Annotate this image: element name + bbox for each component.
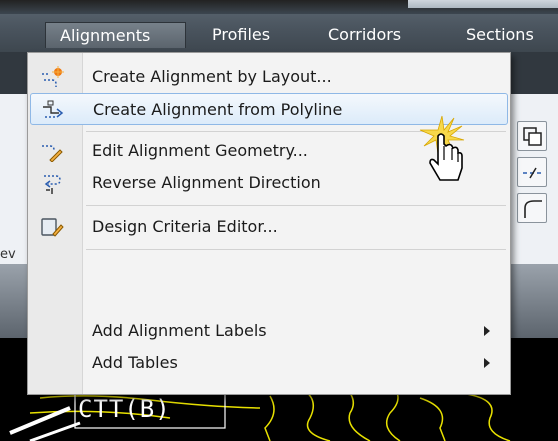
tab-alignments[interactable]: Alignments <box>45 22 186 48</box>
copy-icon <box>523 127 542 146</box>
alignments-dropdown-menu: Create Alignment by Layout... Create Ali… <box>27 52 511 395</box>
hand-cursor-icon <box>419 115 465 181</box>
menu-item-add-alignment-labels[interactable]: Add Alignment Labels <box>30 315 508 347</box>
curve-tool-button[interactable] <box>517 193 547 223</box>
tab-sections[interactable]: Sections <box>452 22 548 48</box>
dashed-line-icon <box>523 167 543 179</box>
menu-item-add-tables[interactable]: Add Tables <box>30 347 508 379</box>
tab-corridors[interactable]: Corridors <box>314 22 415 48</box>
menu-item-design-criteria[interactable]: Design Criteria Editor... <box>30 211 508 243</box>
title-strip <box>0 0 558 14</box>
alignment-layout-icon <box>42 66 64 87</box>
submenu-arrow-icon <box>484 358 490 368</box>
menu-item-create-by-layout[interactable]: Create Alignment by Layout... <box>30 61 508 93</box>
tab-profiles[interactable]: Profiles <box>198 22 284 48</box>
drawing-label: CTT(B) <box>78 395 171 423</box>
copy-tool-button[interactable] <box>517 121 547 151</box>
reverse-direction-icon <box>44 175 61 194</box>
ribbon-menubar: Alignments Profiles Corridors Sections <box>0 0 558 53</box>
alignment-polyline-icon <box>43 100 64 118</box>
submenu-arrow-icon <box>484 326 490 336</box>
line-tool-button[interactable] <box>517 157 547 187</box>
design-criteria-icon <box>41 218 64 237</box>
edit-geometry-icon <box>42 145 63 162</box>
menu-separator <box>86 205 506 206</box>
ribbon-panel-label: ev <box>0 247 16 262</box>
menu-separator <box>86 249 506 250</box>
curve-icon <box>524 200 542 218</box>
